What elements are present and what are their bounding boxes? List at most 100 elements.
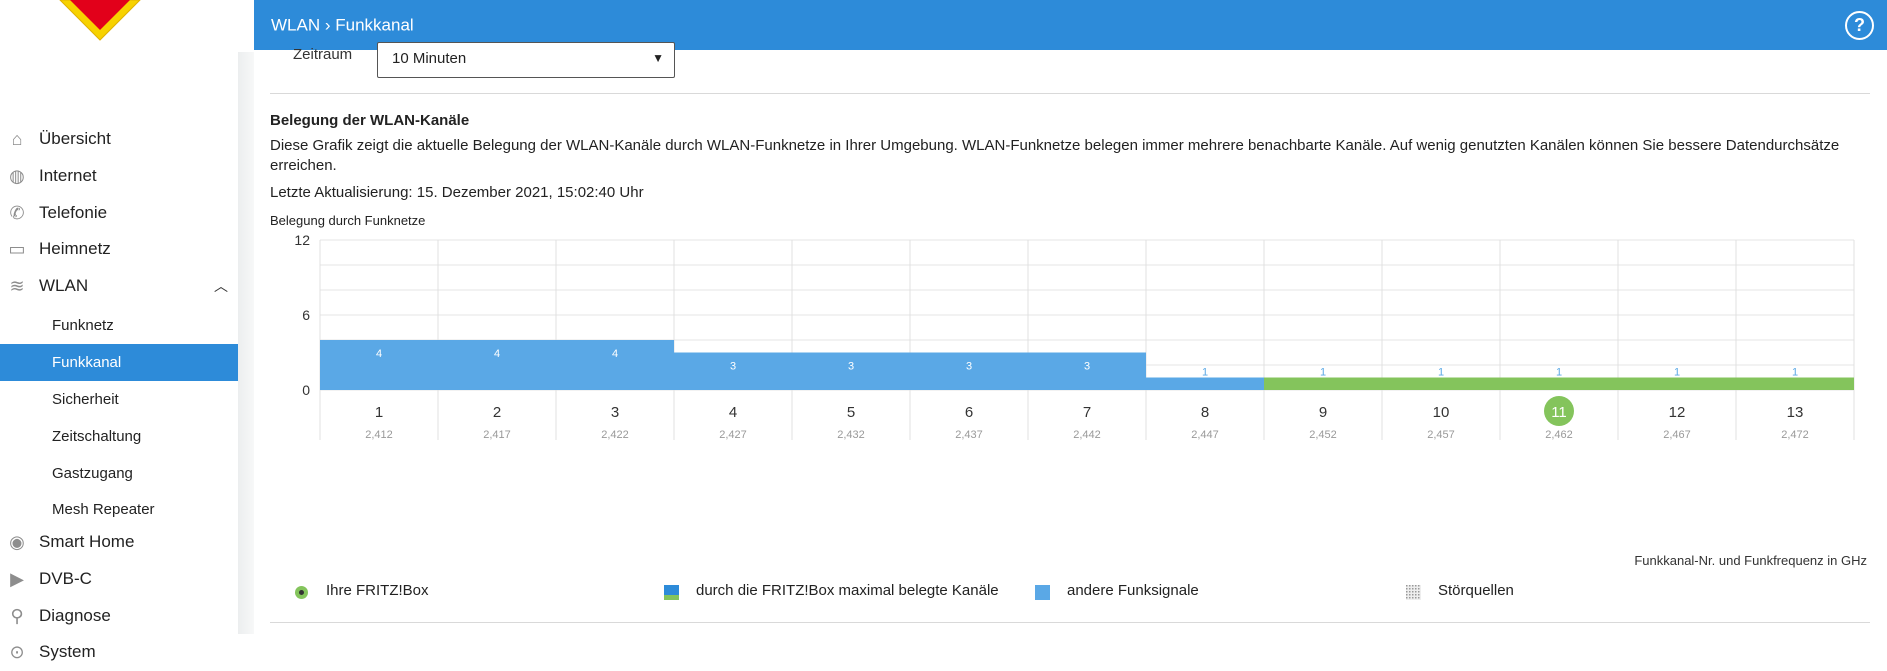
bar-fritz-channel: [1382, 377, 1500, 390]
frequency-label: 2,447: [1191, 429, 1219, 441]
sidebar-subitem-funknetz[interactable]: Funknetz: [0, 307, 238, 344]
channel-label: 10: [1433, 404, 1450, 421]
frequency-label: 2,442: [1073, 429, 1101, 441]
bar-value-label: 1: [1792, 367, 1798, 379]
bar-fritz-channel: [1264, 377, 1382, 390]
frequency-label: 2,417: [483, 429, 511, 441]
main-content: Zeitraum 10 Minuten ▼ Belegung der WLAN-…: [254, 42, 1887, 634]
other-signals-swatch-icon: [1035, 585, 1050, 600]
sidebar-subitem-label: Gastzugang: [52, 465, 133, 482]
wifi-icon: ≋: [9, 276, 25, 296]
sidebar-item-system[interactable]: ⊙ System: [0, 634, 238, 671]
channel-label: 7: [1083, 404, 1091, 421]
fritz-logo[interactable]: [0, 0, 254, 52]
sidebar-subitem-label: Sicherheit: [52, 391, 119, 408]
breadcrumb-funkkanal: Funkkanal: [335, 15, 414, 35]
frequency-label: 2,467: [1663, 429, 1691, 441]
sidebar-item-telefonie[interactable]: ✆ Telefonie: [0, 195, 238, 232]
diagnose-icon: ⚲: [10, 606, 24, 626]
frequency-label: 2,432: [837, 429, 865, 441]
channel-label: 2: [493, 404, 501, 421]
bar-value-label: 3: [848, 361, 854, 373]
frequency-label: 2,452: [1309, 429, 1337, 441]
axis-note: Funkkanal-Nr. und Funkfrequenz in GHz: [1634, 553, 1867, 568]
channel-label: 9: [1319, 404, 1327, 421]
channel-label: 8: [1201, 404, 1209, 421]
sidebar-item-uebersicht[interactable]: ⌂ Übersicht: [0, 121, 238, 158]
divider: [270, 622, 1870, 623]
sidebar-subitem-funkkanal[interactable]: Funkkanal: [0, 344, 238, 381]
globe-icon: ◍: [9, 166, 25, 186]
bar-value-label: 1: [1202, 367, 1208, 379]
network-icon: ▭: [8, 239, 26, 259]
sidebar-subitem-mesh-repeater[interactable]: Mesh Repeater: [0, 491, 238, 528]
frequency-label: 2,472: [1781, 429, 1809, 441]
channel-label: 13: [1787, 404, 1804, 421]
channel-label: 12: [1669, 404, 1686, 421]
sidebar-subitem-gastzugang[interactable]: Gastzugang: [0, 455, 238, 492]
bar-value-label: 3: [966, 361, 972, 373]
bar-value-label: 1: [1320, 367, 1326, 379]
interference-swatch-icon: [1406, 585, 1421, 600]
smart-home-icon: ◉: [9, 532, 25, 552]
sidebar-item-label: Internet: [39, 166, 97, 185]
breadcrumb-separator-icon: ›: [324, 15, 331, 35]
sidebar-item-wlan[interactable]: ≋ WLAN ︿: [0, 268, 238, 305]
sidebar-item-label: Übersicht: [39, 129, 111, 148]
legend-label: durch die FRITZ!Box maximal belegte Kanä…: [696, 582, 999, 599]
bar-other-signals: [1146, 377, 1264, 390]
sidebar-item-diagnose[interactable]: ⚲ Diagnose: [0, 598, 238, 635]
bar-fritz-channel: [1736, 377, 1854, 390]
bar-value-label: 3: [730, 361, 736, 373]
bar-value-label: 1: [1556, 367, 1562, 379]
bar-value-label: 4: [376, 348, 382, 360]
system-icon: ⊙: [9, 642, 25, 662]
sidebar-subitem-label: Funkkanal: [52, 354, 122, 371]
sidebar-item-smart-home[interactable]: ◉ Smart Home: [0, 524, 238, 561]
bar-value-label: 3: [1084, 361, 1090, 373]
y-tick-label: 12: [294, 232, 310, 248]
bar-fritz-channel: [1500, 377, 1618, 390]
channel-chart: 06124 4 43 3 3 3 1 1 1 1 1 112,41222,41732,42242,42…: [294, 232, 1855, 441]
sidebar-item-label: Heimnetz: [39, 239, 111, 258]
legend-label: Störquellen: [1438, 582, 1514, 599]
sidebar: ⌂ Übersicht ◍ Internet ✆ Telefonie ▭ Hei…: [0, 52, 239, 662]
sidebar-item-heimnetz[interactable]: ▭ Heimnetz: [0, 231, 238, 268]
frequency-label: 2,412: [365, 429, 393, 441]
sidebar-item-internet[interactable]: ◍ Internet: [0, 158, 238, 195]
bar-value-label: 4: [494, 348, 500, 360]
frequency-label: 2,462: [1545, 429, 1573, 441]
y-tick-label: 6: [302, 307, 310, 323]
sidebar-subitem-label: Zeitschaltung: [52, 428, 142, 445]
channel-label: 11: [1551, 404, 1567, 421]
sidebar-subitem-label: Mesh Repeater: [52, 501, 155, 518]
sidebar-item-label: Telefonie: [39, 203, 108, 222]
sidebar-subitem-sicherheit[interactable]: Sicherheit: [0, 381, 238, 418]
sidebar-subitem-zeitschaltung[interactable]: Zeitschaltung: [0, 418, 238, 455]
breadcrumb: WLAN › Funkkanal: [271, 15, 414, 36]
bar-value-label: 1: [1438, 367, 1444, 379]
channel-label: 4: [729, 404, 737, 421]
sidebar-item-label: DVB-C: [39, 569, 92, 588]
bar-fritz-channel: [1618, 377, 1736, 390]
chevron-up-icon[interactable]: ︿: [214, 276, 228, 296]
y-tick-label: 0: [302, 382, 310, 398]
sidebar-item-label: Diagnose: [39, 606, 111, 625]
chart-legend: Ihre FRITZ!Box durch die FRITZ!Box maxim…: [254, 582, 1887, 612]
frequency-label: 2,457: [1427, 429, 1455, 441]
own-box-dot-icon: [295, 586, 308, 599]
sidebar-item-label: Smart Home: [39, 532, 135, 551]
tv-icon: ▶: [10, 569, 24, 589]
channel-label: 1: [375, 404, 383, 421]
frequency-label: 2,437: [955, 429, 983, 441]
sidebar-item-label: WLAN: [39, 276, 89, 295]
channel-label: 5: [847, 404, 855, 421]
max-channels-swatch-icon: [664, 585, 679, 600]
sidebar-scroll-gutter: [238, 52, 254, 634]
home-icon: ⌂: [11, 129, 23, 149]
breadcrumb-wlan[interactable]: WLAN: [271, 16, 320, 35]
help-button[interactable]: ?: [1845, 11, 1874, 40]
bar-value-label: 4: [612, 348, 618, 360]
phone-icon: ✆: [9, 203, 25, 223]
sidebar-item-dvb-c[interactable]: ▶ DVB-C: [0, 561, 238, 598]
